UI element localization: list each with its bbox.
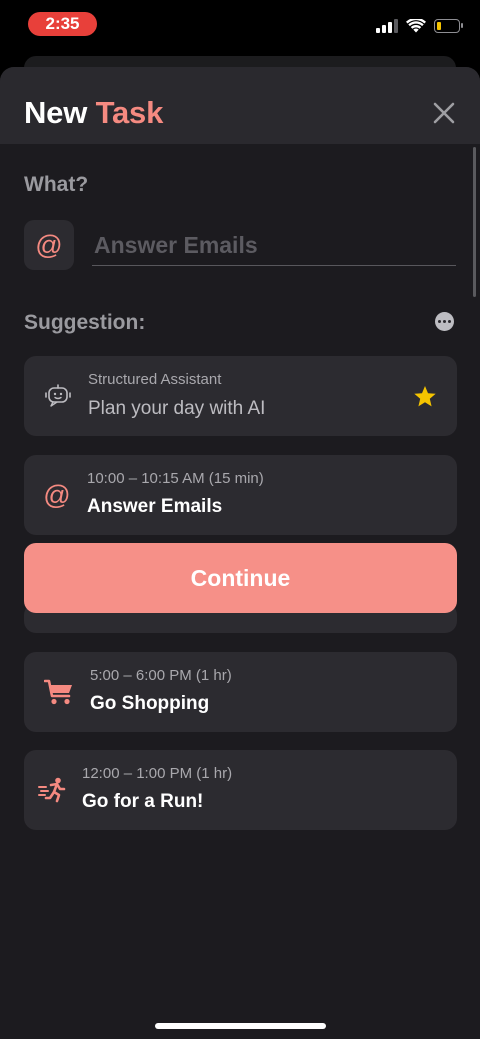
close-button[interactable] [432, 101, 456, 125]
suggestion-go-shopping[interactable]: 5:00 – 6:00 PM (1 hr) Go Shopping [24, 652, 457, 732]
suggestion-time: 12:00 – 1:00 PM (1 hr) [82, 765, 233, 782]
suggestion-ai-assistant[interactable]: Structured Assistant Plan your day with … [24, 356, 457, 436]
status-time[interactable]: 2:35 [28, 12, 97, 36]
cellular-signal-icon [376, 19, 398, 33]
ellipsis-icon [438, 320, 441, 323]
suggestion-title: Plan your day with AI [88, 398, 266, 419]
battery-icon [434, 19, 463, 33]
what-label: What? [24, 173, 89, 196]
suggestion-title: Answer Emails [87, 496, 223, 517]
suggestion-title: Go for a Run! [82, 791, 204, 812]
wifi-icon [406, 18, 426, 32]
task-name-input[interactable] [92, 225, 456, 265]
screen: 2:35 New Task What? @ Answer Emails Sugg… [0, 0, 480, 1039]
suggestion-time: 10:00 – 10:15 AM (15 min) [87, 470, 264, 487]
continue-button[interactable]: Continue [24, 543, 457, 613]
title-first: New [24, 95, 88, 130]
task-type-button[interactable]: @ [24, 220, 74, 270]
more-options-button[interactable] [435, 312, 454, 331]
shopping-cart-icon [44, 679, 72, 705]
close-icon [433, 102, 455, 124]
page-title: New Task [24, 95, 163, 131]
assistant-robot-icon [45, 384, 71, 407]
suggestion-answer-emails[interactable]: @ 10:00 – 10:15 AM (15 min) Answer Email… [24, 455, 457, 535]
suggestion-label: Suggestion: [24, 311, 146, 334]
title-accent: Task [95, 95, 164, 130]
suggestion-time: 5:00 – 6:00 PM (1 hr) [90, 667, 232, 684]
new-task-sheet: New Task What? @ Suggestion: [0, 67, 480, 1039]
running-person-icon [38, 777, 66, 803]
input-underline [92, 265, 456, 266]
scrollbar[interactable] [473, 147, 476, 297]
suggestion-subtitle: Structured Assistant [88, 371, 222, 388]
at-icon: @ [35, 229, 63, 260]
status-icons [376, 16, 463, 36]
star-icon [414, 385, 436, 406]
suggestion-title: Go Shopping [90, 693, 210, 714]
home-indicator[interactable] [155, 1023, 326, 1029]
suggestion-go-for-run[interactable]: 12:00 – 1:00 PM (1 hr) Go for a Run! [24, 750, 457, 830]
at-icon: @ [43, 479, 71, 510]
sheet-header: New Task [0, 67, 480, 144]
